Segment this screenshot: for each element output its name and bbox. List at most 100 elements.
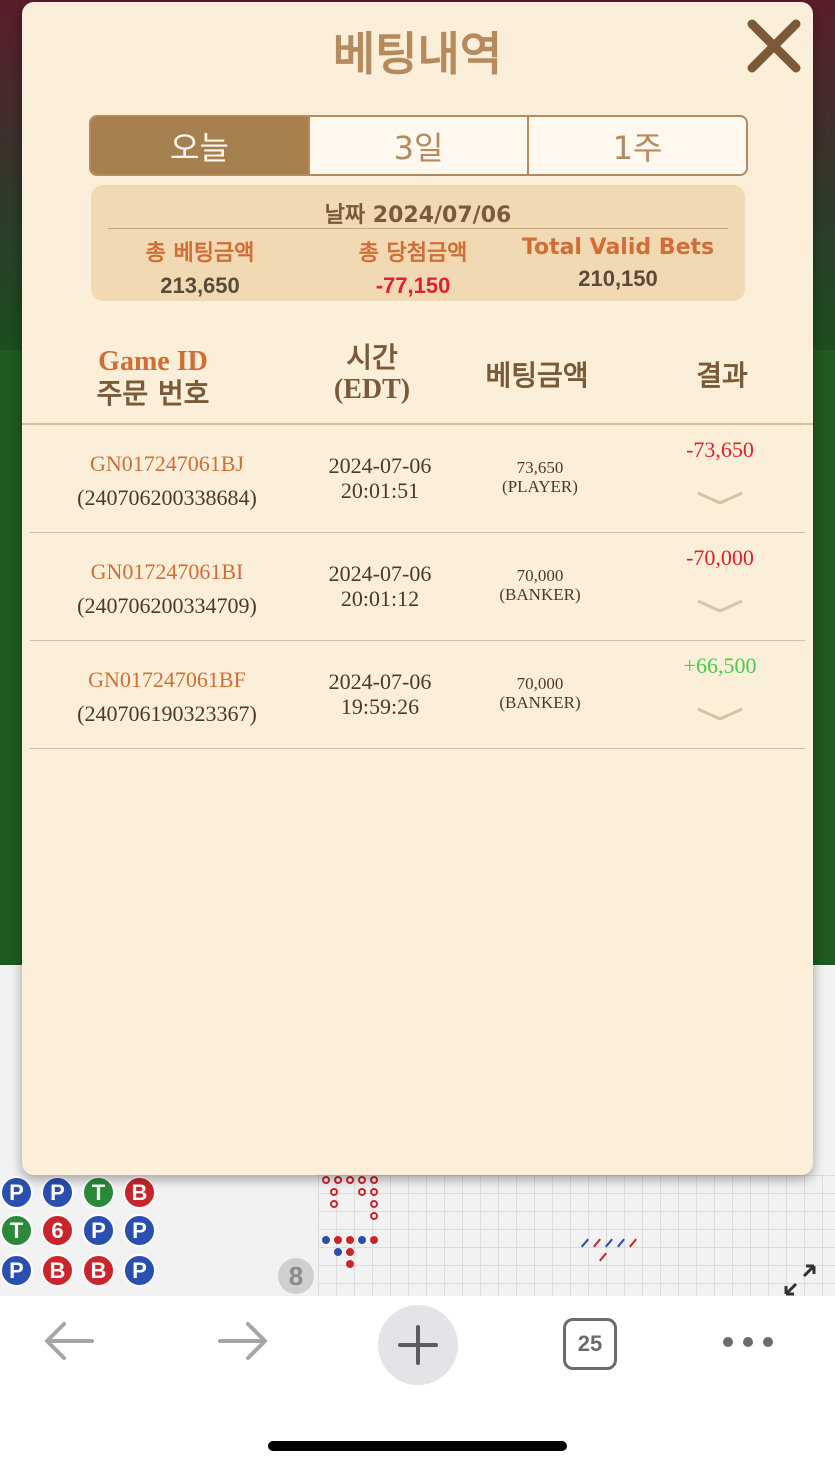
- bead-player: P: [123, 1214, 156, 1247]
- chevron-down-icon[interactable]: [696, 707, 744, 721]
- header-timezone-label: (EDT): [333, 374, 411, 405]
- table-header: Game ID 주문 번호 시간 (EDT) 베팅금액 결과: [22, 340, 813, 424]
- bead-banker: B: [123, 1176, 156, 1209]
- header-result: 결과: [696, 359, 748, 392]
- road-mark: [358, 1188, 366, 1196]
- row-date: 2024-07-06: [328, 669, 432, 694]
- back-arrow-icon[interactable]: [42, 1318, 98, 1364]
- total-win-label: 총 당첨금액: [358, 241, 468, 266]
- road-mark: [346, 1236, 354, 1244]
- row-time-cell: 2024-07-06 19:59:26: [310, 669, 450, 719]
- row-time: 20:01:51: [340, 478, 420, 503]
- summary-date: 날짜 2024/07/06: [324, 203, 512, 228]
- bead-banker: 6: [41, 1214, 74, 1247]
- row-order-no: (240706190323367): [77, 701, 257, 726]
- forward-arrow-icon[interactable]: [214, 1318, 270, 1364]
- total-win-summary: 총 당첨금액 -77,150: [304, 235, 522, 299]
- road-mark: [322, 1176, 330, 1184]
- bet-history-list: GN017247061BJ (240706200338684) 2024-07-…: [30, 425, 805, 749]
- chevron-down-icon[interactable]: [696, 491, 744, 505]
- row-time-cell: 2024-07-06 20:01:12: [310, 561, 450, 611]
- row-time: 19:59:26: [340, 694, 420, 719]
- home-indicator: [268, 1441, 567, 1451]
- header-order-no-label: 주문 번호: [96, 377, 210, 410]
- row-bet-amount: 70,000: [516, 674, 564, 693]
- header-game-id: Game ID 주문 번호: [68, 346, 238, 410]
- big-road-grid: [318, 1175, 835, 1296]
- row-game-cell: GN017247061BJ (240706200338684): [30, 447, 304, 515]
- row-game-id: GN017247061BI: [90, 559, 244, 584]
- row-result: -70,000: [686, 545, 754, 570]
- browser-toolbar: 25: [0, 1296, 835, 1470]
- road-mark: [370, 1188, 378, 1196]
- road-mark: [330, 1188, 338, 1196]
- valid-bets-label: Total Valid Bets: [521, 235, 715, 260]
- road-mark: [358, 1176, 366, 1184]
- road-mark: [346, 1176, 354, 1184]
- chevron-down-icon[interactable]: [696, 599, 744, 613]
- road-mark: [346, 1248, 354, 1256]
- bead-player: P: [82, 1214, 115, 1247]
- valid-bets-summary: Total Valid Bets 210,150: [509, 235, 727, 292]
- road-mark: [322, 1236, 330, 1244]
- valid-bets-value: 210,150: [578, 266, 658, 291]
- total-win-value: -77,150: [375, 273, 451, 298]
- row-bet-side: (BANKER): [499, 585, 581, 604]
- road-mark: [346, 1260, 354, 1268]
- tabs-count-button[interactable]: 25: [563, 1318, 617, 1370]
- bead-player: P: [123, 1254, 156, 1287]
- table-row: GN017247061BF (240706190323367) 2024-07-…: [30, 641, 805, 749]
- table-row: GN017247061BJ (240706200338684) 2024-07-…: [30, 425, 805, 533]
- row-date: 2024-07-06: [328, 453, 432, 478]
- header-bet-amount: 베팅금액: [485, 359, 589, 392]
- bead-banker: B: [82, 1254, 115, 1287]
- total-bet-label: 총 베팅금액: [145, 241, 255, 266]
- row-game-id: GN017247061BJ: [89, 451, 244, 476]
- row-bet-cell: 70,000 (BANKER): [470, 674, 610, 712]
- row-order-no: (240706200338684): [77, 485, 257, 510]
- row-game-cell: GN017247061BF (240706190323367): [30, 663, 304, 731]
- total-bet-value: 213,650: [160, 273, 240, 298]
- header-time: 시간 (EDT): [302, 342, 442, 406]
- total-bet-summary: 총 베팅금액 213,650: [91, 235, 309, 299]
- row-date: 2024-07-06: [328, 561, 432, 586]
- bead-player: P: [41, 1176, 74, 1209]
- modal-title: 베팅내역: [332, 27, 503, 81]
- row-bet-side: (BANKER): [499, 693, 581, 712]
- tab-today[interactable]: 오늘: [91, 117, 310, 174]
- more-icon[interactable]: [720, 1334, 776, 1350]
- period-tabs: 오늘 3일 1주: [89, 115, 748, 176]
- row-order-no: (240706200334709): [77, 593, 257, 618]
- betting-history-modal: 베팅내역 오늘 3일 1주 날짜 2024/07/06 총 베팅금액 213,6…: [22, 2, 813, 1175]
- table-row: GN017247061BI (240706200334709) 2024-07-…: [30, 533, 805, 641]
- road-mark: [330, 1200, 338, 1208]
- row-bet-cell: 70,000 (BANKER): [470, 566, 610, 604]
- plus-icon: [398, 1325, 438, 1365]
- bead-tie: T: [0, 1214, 33, 1247]
- new-tab-button[interactable]: [378, 1305, 458, 1385]
- road-mark: [334, 1176, 342, 1184]
- row-bet-amount: 73,650: [516, 458, 564, 477]
- header-game-id-label: Game ID: [98, 346, 208, 377]
- row-game-id: GN017247061BF: [88, 667, 246, 692]
- row-result: +66,500: [683, 653, 757, 678]
- bead-banker: B: [41, 1254, 74, 1287]
- row-result: -73,650: [686, 437, 754, 462]
- road-mark: [334, 1236, 342, 1244]
- road-mark: [370, 1200, 378, 1208]
- expand-icon[interactable]: [782, 1262, 818, 1296]
- row-bet-amount: 70,000: [516, 566, 564, 585]
- road-mark: [358, 1236, 366, 1244]
- close-icon[interactable]: [744, 16, 804, 76]
- summary-panel: 날짜 2024/07/06 총 베팅금액 213,650 총 당첨금액 -77,…: [91, 185, 745, 301]
- round-counter-icon: 8: [278, 1258, 314, 1294]
- row-time-cell: 2024-07-06 20:01:51: [310, 453, 450, 503]
- row-time: 20:01:12: [340, 586, 420, 611]
- tab-3-days[interactable]: 3일: [310, 117, 529, 174]
- road-mark: [370, 1236, 378, 1244]
- tab-1-week[interactable]: 1주: [529, 117, 746, 174]
- road-mark: [370, 1212, 378, 1220]
- bead-player: P: [0, 1176, 33, 1209]
- bead-player: P: [0, 1254, 33, 1287]
- road-mark: [334, 1248, 342, 1256]
